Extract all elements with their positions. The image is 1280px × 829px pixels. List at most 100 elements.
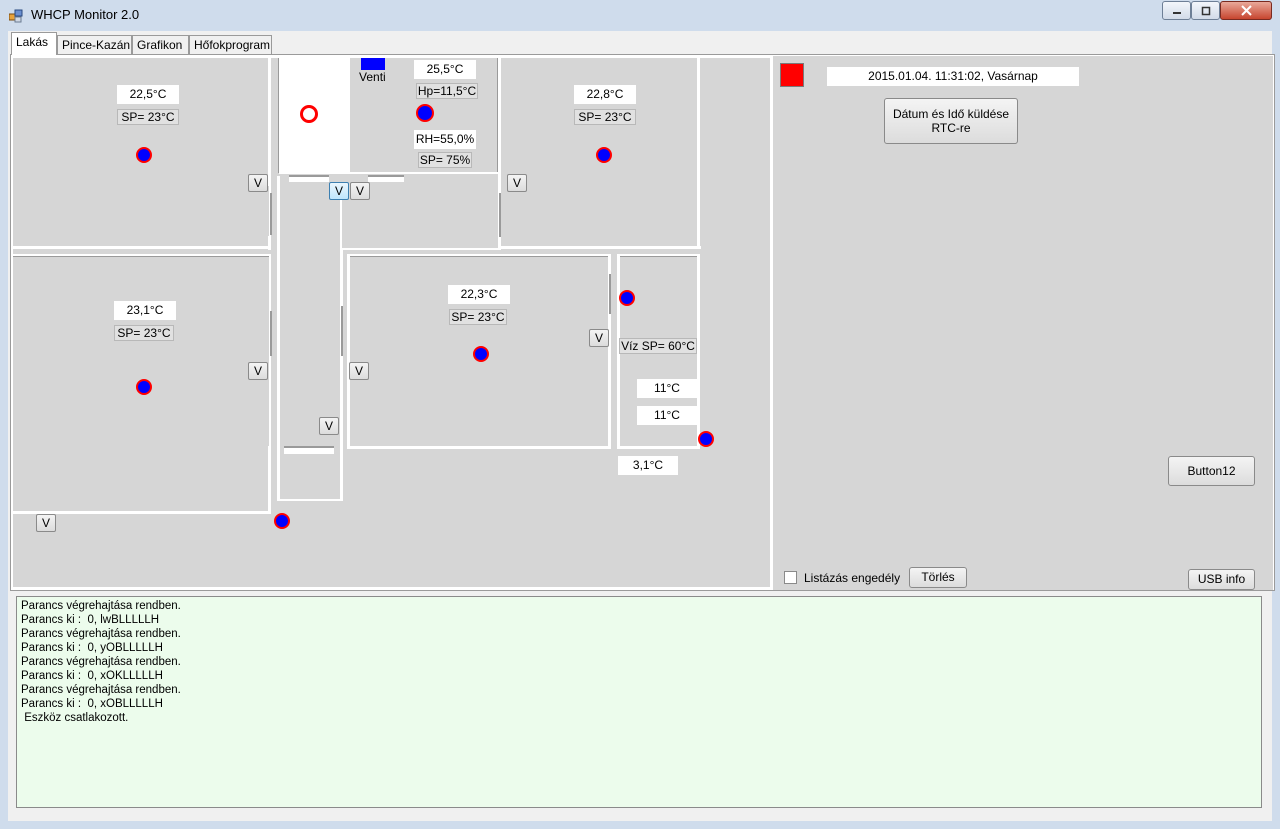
room-rh-bathroom: RH=55,0% [414, 130, 476, 149]
window-title: WHCP Monitor 2.0 [31, 7, 140, 22]
log-line: Parancs végrehajtása rendben. [21, 628, 181, 640]
close-button[interactable] [1220, 1, 1272, 20]
wall [277, 499, 343, 501]
valve-button-hallway[interactable]: V [319, 417, 339, 435]
room-sp-bottom-left: SP= 23°C [114, 325, 174, 341]
door-gap [270, 311, 272, 356]
room-hp-bathroom: Hp=11,5°C [416, 83, 478, 99]
water-sp: Víz SP= 60°C [619, 338, 697, 354]
floor-plan: 22,5°C SP= 23°C Venti 25,5°C Hp=11,5°C R… [13, 56, 773, 590]
close-icon [1240, 5, 1252, 16]
room-temp-top-left: 22,5°C [117, 85, 179, 104]
clear-button[interactable]: Törlés [909, 567, 967, 588]
tab-hofokprogram[interactable]: Hőfokprogram [189, 35, 272, 54]
log-line: Parancs ki : 0, xOBLLLLLH [21, 698, 163, 710]
app-window: WHCP Monitor 2.0 Lakás Pince-Kazán Grafi… [0, 0, 1280, 829]
wall [13, 587, 773, 590]
listing-checkbox-label[interactable]: Listázás engedély [804, 571, 900, 585]
door-gap [609, 274, 611, 314]
tab-lakas[interactable]: Lakás [11, 32, 57, 55]
datetime-display: 2015.01.04. 11:31:02, Vasárnap [827, 67, 1079, 86]
log-line: Parancs ki : 0, lwBLLLLLH [21, 614, 160, 626]
sensor-indicator [596, 147, 612, 163]
wall [279, 172, 501, 174]
log-line: Parancs ki : 0, yOBLLLLLH [21, 642, 163, 654]
wall [368, 177, 404, 182]
log-line: Eszköz csatlakozott. [21, 712, 129, 724]
wall [697, 56, 700, 249]
maximize-button[interactable] [1191, 1, 1220, 20]
venti-label: Venti [359, 70, 386, 84]
sensor-indicator [416, 104, 434, 122]
wall [340, 250, 343, 500]
wall [340, 248, 500, 250]
usb-info-button[interactable]: USB info [1188, 569, 1255, 590]
water-temp-1: 11°C [637, 379, 697, 398]
valve-button-top-right[interactable]: V [507, 174, 527, 192]
sensor-indicator [136, 147, 152, 163]
connection-indicator [780, 63, 804, 87]
status-panel: 2015.01.04. 11:31:02, Vasárnap Dátum és … [773, 56, 1273, 590]
wall [347, 56, 350, 174]
door-gap [499, 193, 501, 237]
log-line: Parancs végrehajtása rendben. [21, 684, 181, 696]
wall [289, 177, 329, 182]
wall [13, 256, 271, 257]
wall [501, 246, 701, 249]
log-line: Parancs végrehajtása rendben. [21, 600, 181, 612]
title-bar[interactable]: WHCP Monitor 2.0 [0, 0, 1280, 30]
room-temp-bathroom: 25,5°C [414, 60, 476, 79]
log-line: Parancs ki : 0, xOKLLLLLH [21, 670, 163, 682]
minimize-icon [1172, 11, 1181, 14]
room-sp-center: SP= 23°C [449, 309, 507, 325]
sensor-indicator [136, 379, 152, 395]
venti-indicator [361, 58, 385, 70]
sensor-indicator [473, 346, 489, 362]
wall [13, 246, 271, 249]
tab-grafikon[interactable]: Grafikon [132, 35, 189, 54]
wall [347, 256, 609, 257]
outdoor-temp: 3,1°C [618, 456, 678, 475]
valve-button-entrance[interactable]: V [36, 514, 56, 532]
button12[interactable]: Button12 [1168, 456, 1255, 486]
send-rtc-button[interactable]: Dátum és Idő küldése RTC-re [884, 98, 1018, 144]
wall [13, 56, 773, 58]
listing-checkbox[interactable] [784, 571, 797, 584]
room-temp-top-right: 22,8°C [574, 85, 636, 104]
log-line: Parancs végrehajtása rendben. [21, 656, 181, 668]
wall [697, 254, 700, 449]
valve-button-top-left[interactable]: V [248, 174, 268, 192]
room-sp-bathroom: SP= 75% [418, 152, 472, 168]
minimize-button[interactable] [1162, 1, 1191, 20]
maximize-icon [1201, 6, 1210, 15]
room-temp-center: 22,3°C [448, 285, 510, 304]
valve-button-center[interactable]: V [349, 362, 369, 380]
valve-button-pantry[interactable]: V [329, 182, 349, 200]
wall [498, 56, 501, 174]
wall [277, 176, 280, 501]
sensor-indicator [274, 513, 290, 529]
valve-button-bottom-left[interactable]: V [248, 362, 268, 380]
room-sp-top-right: SP= 23°C [574, 109, 636, 125]
water-temp-2: 11°C [637, 406, 697, 425]
wall [617, 446, 699, 449]
wall [268, 56, 271, 186]
valve-button-bathroom[interactable]: V [350, 182, 370, 200]
wall [617, 256, 699, 257]
wall [268, 236, 271, 250]
door-gap [270, 193, 272, 235]
app-icon [9, 9, 23, 23]
wall [347, 254, 350, 449]
pantry-sensor-ring [300, 105, 318, 123]
valve-button-water[interactable]: V [589, 329, 609, 347]
wall [278, 58, 279, 173]
log-output[interactable]: Parancs végrehajtása rendben. Parancs ki… [16, 596, 1262, 808]
room-sp-top-left: SP= 23°C [117, 109, 179, 125]
room-temp-bottom-left: 23,1°C [114, 301, 176, 320]
wall [497, 58, 498, 173]
sensor-indicator [698, 431, 714, 447]
tab-pince-kazan[interactable]: Pince-Kazán [57, 35, 132, 54]
wall [268, 446, 271, 514]
door-gap [341, 306, 343, 356]
wall [284, 448, 334, 454]
